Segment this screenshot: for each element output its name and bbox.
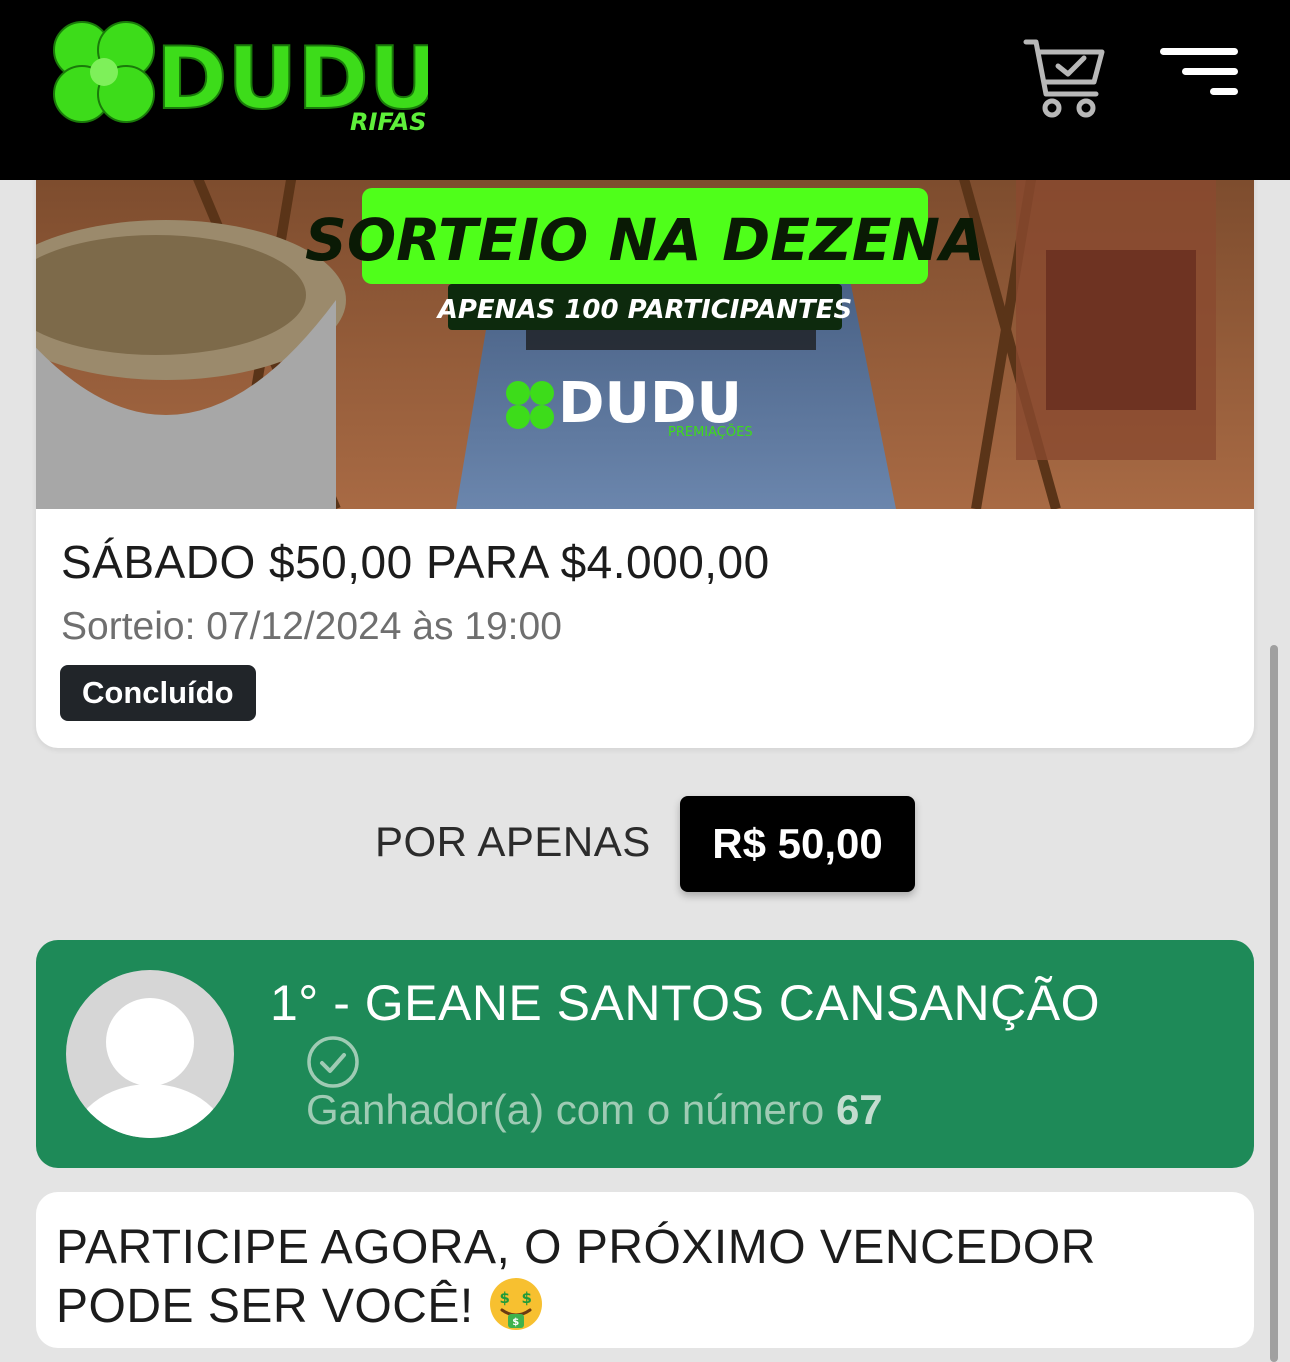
raffle-card[interactable]: SORTEIO NA DEZENA APENAS 100 PARTICIPANT… [36, 150, 1254, 748]
logo-subtext: RIFAS [350, 108, 427, 136]
winner-number: 67 [835, 1086, 883, 1133]
money-mouth-face-icon: $ $ $ [488, 1276, 544, 1332]
menu-button[interactable] [1158, 44, 1242, 100]
svg-text:$: $ [521, 1289, 532, 1307]
user-placeholder-icon [71, 998, 229, 1138]
cta-text: PARTICIPE AGORA, O PRÓXIMO VENCEDOR PODE… [56, 1221, 1096, 1333]
site-logo[interactable]: DUDU RIFAS [38, 10, 439, 145]
banner-subheadline: APENAS 100 PARTICIPANTES [436, 295, 853, 325]
cta-message: PARTICIPE AGORA, O PRÓXIMO VENCEDOR PODE… [56, 1220, 1236, 1335]
price-label: POR APENAS [375, 818, 651, 865]
raffle-draw-date: Sorteio: 07/12/2024 às 19:00 [61, 605, 562, 648]
cart-button[interactable] [1022, 36, 1106, 120]
avatar [66, 970, 234, 1138]
raffle-banner: SORTEIO NA DEZENA APENAS 100 PARTICIPANT… [36, 150, 1254, 509]
winner-number-line: Ganhador(a) com o número 67 [306, 1086, 883, 1134]
banner-brand-sub: PREMIAÇÕES [668, 424, 753, 440]
winner-number-label: Ganhador(a) com o número [306, 1086, 825, 1133]
raffle-title: SÁBADO $50,00 PARA $4.000,00 [61, 536, 770, 588]
winner-name: 1° - GEANE SANTOS CANSANÇÃO [270, 975, 1100, 1031]
top-header: DUDU RIFAS [0, 0, 1290, 180]
cart-check-icon [1023, 39, 1105, 118]
cta-card: PARTICIPE AGORA, O PRÓXIMO VENCEDOR PODE… [36, 1192, 1254, 1348]
status-badge: Concluído [60, 665, 256, 721]
svg-text:$: $ [499, 1289, 510, 1307]
page-scrollbar[interactable] [1270, 645, 1278, 1362]
check-circle-icon [306, 1035, 360, 1089]
svg-text:$: $ [512, 1317, 519, 1328]
price-value: R$ 50,00 [680, 796, 915, 892]
menu-icon [1160, 48, 1238, 95]
banner-headline: SORTEIO NA DEZENA [305, 206, 985, 274]
